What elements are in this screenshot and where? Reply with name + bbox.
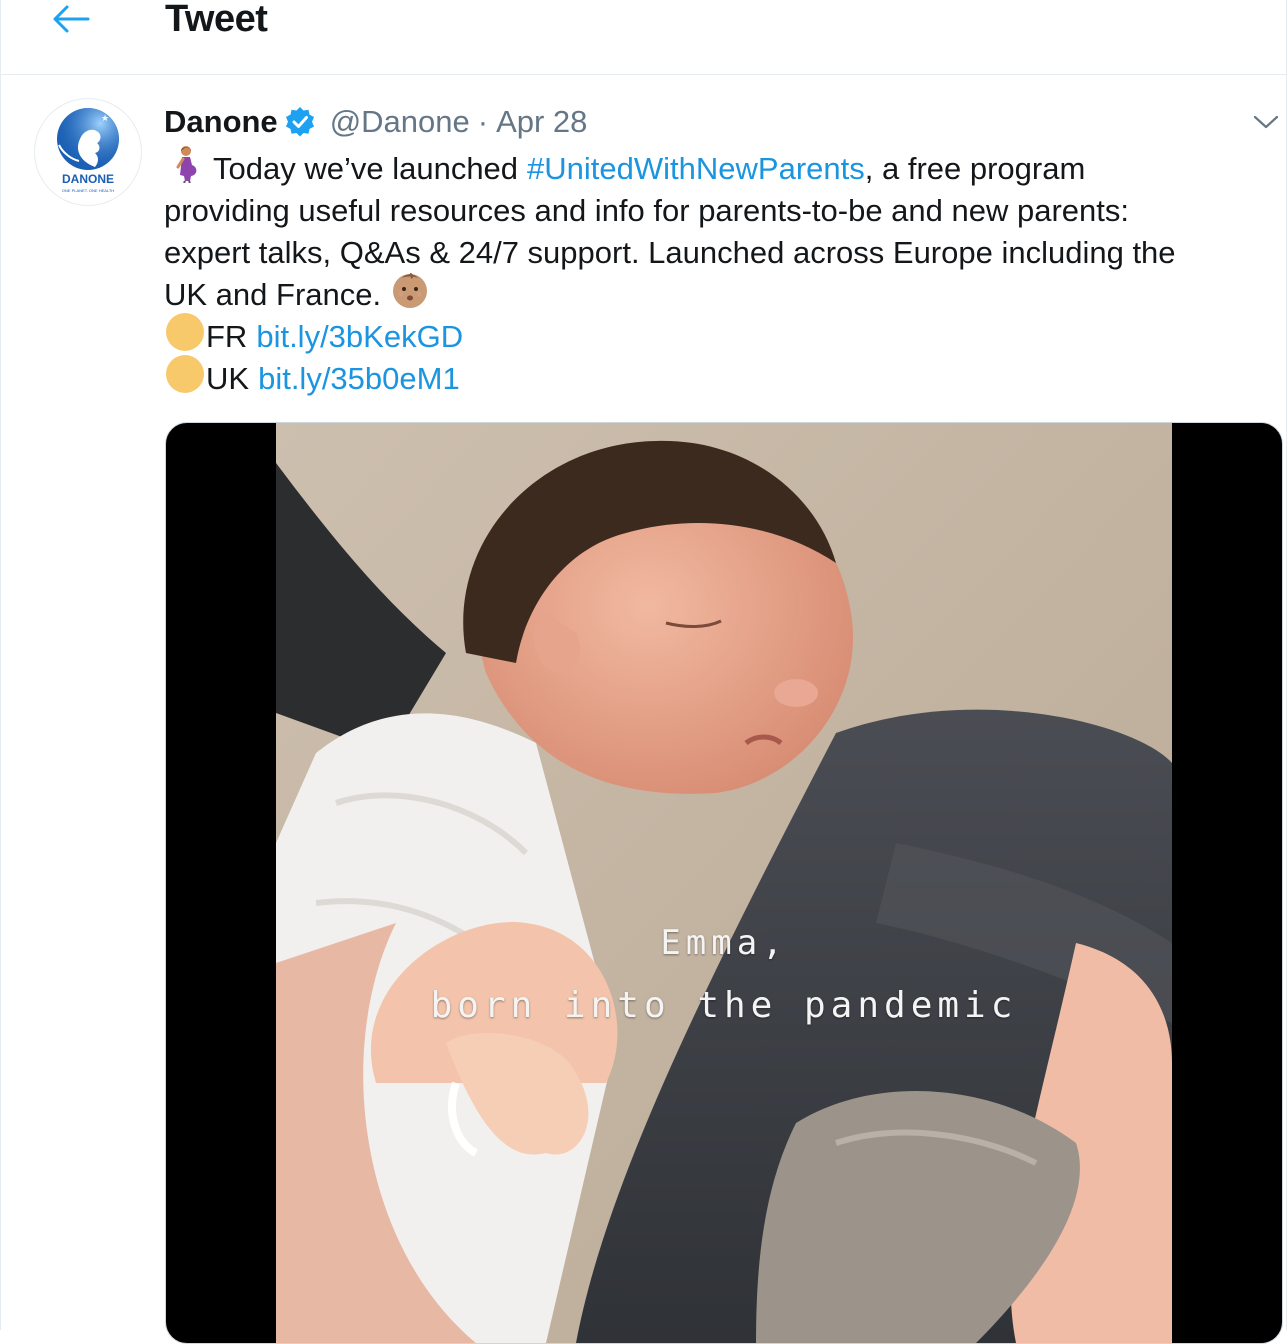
pregnant-woman-emoji — [164, 145, 204, 194]
hashtag-link[interactable]: #UnitedWithNewParents — [527, 148, 865, 190]
tweet-meta: Danone @Danone · Apr 28 — [164, 102, 587, 142]
header: Tweet — [1, 0, 1286, 75]
tweet-text: Today we’ve launched #UnitedWithNewParent… — [164, 145, 1279, 400]
video-caption-line-1: Emma, — [660, 923, 788, 963]
uk-label: UK — [206, 361, 250, 396]
chevron-down-icon — [1253, 115, 1279, 129]
page-border-left — [0, 0, 1, 1330]
fr-label: FR — [206, 319, 248, 354]
tweet-line-uk: UK bit.ly/35b0eM1 — [164, 354, 1279, 400]
video-still-image — [276, 423, 1172, 1343]
tweet-line-fr: FR bit.ly/3bKekGD — [164, 312, 1279, 358]
tweet-line-4: UK and France. — [164, 272, 1279, 316]
tweet-line-3: expert talks, Q&As & 24/7 support. Launc… — [164, 232, 1279, 274]
video-frame: Emma, born into the pandemic — [276, 423, 1172, 1343]
author-handle[interactable]: @Danone — [330, 104, 470, 140]
video-caption-line-2: born into the pandemic — [430, 985, 1018, 1026]
svg-text:ONE PLANET. ONE HEALTH: ONE PLANET. ONE HEALTH — [62, 188, 114, 193]
svg-text:★: ★ — [101, 114, 109, 124]
video-player[interactable]: Emma, born into the pandemic — [165, 422, 1283, 1344]
tweet-text-line1: Today we’ve launched — [213, 151, 519, 186]
page-border-right — [1286, 0, 1287, 1330]
author-name[interactable]: Danone — [164, 104, 278, 140]
tweet-text-line3: expert talks, Q&As & 24/7 support. Launc… — [164, 235, 1176, 270]
avatar[interactable]: ★ DANONE ONE PLANET. ONE HEALTH — [34, 98, 142, 206]
fr-link[interactable]: bit.ly/3bKekGD — [256, 316, 463, 358]
tweet-line-1: Today we’ve launched #UnitedWithNewParent… — [164, 145, 1279, 190]
page-title: Tweet — [165, 0, 268, 40]
back-button[interactable] — [45, 0, 95, 42]
arrow-left-icon — [53, 5, 90, 33]
baby-emoji — [390, 270, 430, 321]
tweet-text-line1-suffix: , a free program — [864, 151, 1086, 186]
verified-badge-icon — [284, 106, 316, 138]
tweet-date[interactable]: Apr 28 — [496, 104, 587, 140]
danone-logo: ★ DANONE ONE PLANET. ONE HEALTH — [57, 108, 119, 193]
meta-separator: · — [477, 104, 489, 139]
yellow-circle-emoji — [164, 353, 206, 406]
tweet-text-line2: providing useful resources and info for … — [164, 193, 1130, 228]
uk-link[interactable]: bit.ly/35b0eM1 — [258, 358, 460, 400]
logo-wordmark: DANONE — [62, 172, 114, 186]
tweet-line-2: providing useful resources and info for … — [164, 190, 1279, 232]
more-options-button[interactable] — [1248, 104, 1284, 140]
